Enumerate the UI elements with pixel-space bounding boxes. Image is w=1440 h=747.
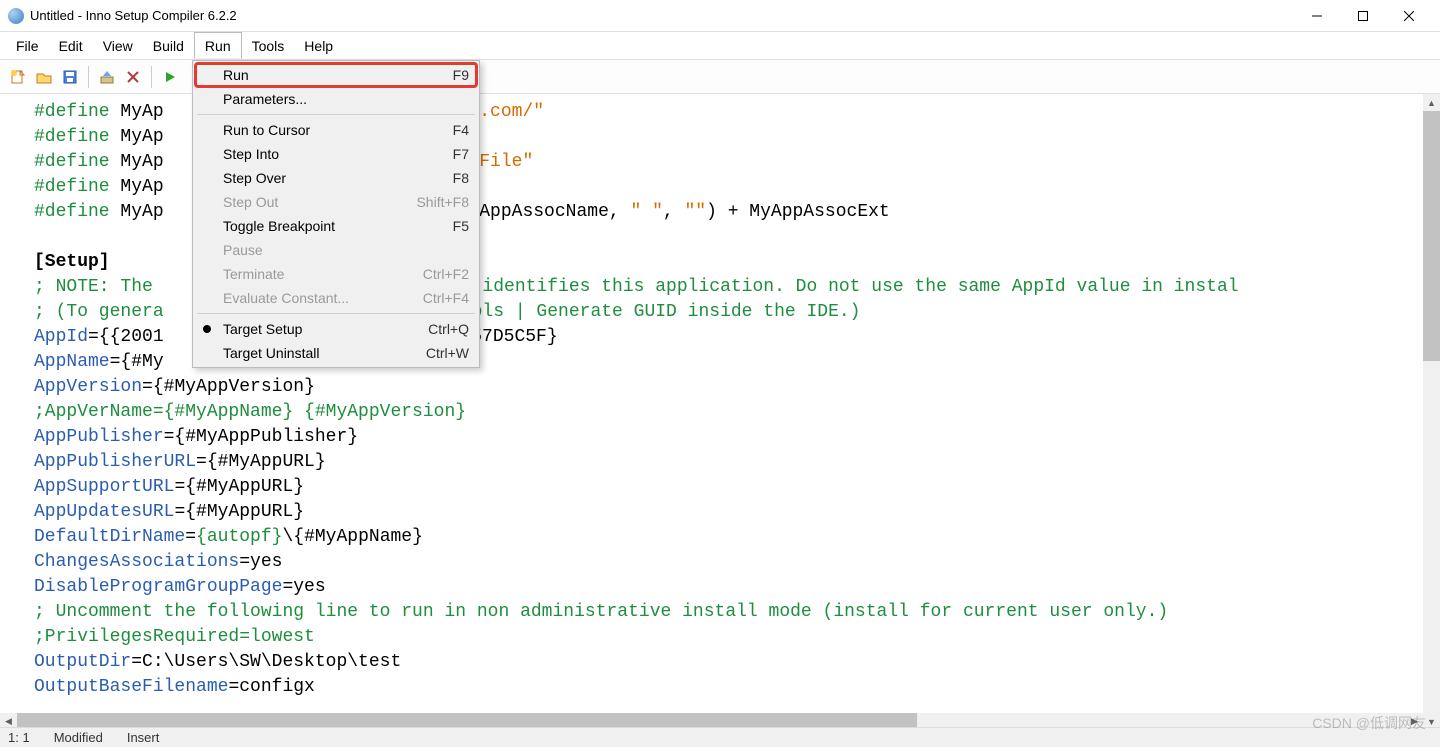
compile-icon[interactable]	[95, 65, 119, 89]
menu-item-step-out: Step Out Shift+F8	[195, 190, 477, 214]
minimize-button[interactable]	[1294, 0, 1340, 32]
menu-item-label: Run	[223, 67, 249, 83]
menu-item-label: Toggle Breakpoint	[223, 218, 335, 234]
menu-item-label: Step Out	[223, 194, 278, 210]
menu-item-parameters[interactable]: Parameters...	[195, 87, 477, 111]
menu-file[interactable]: File	[6, 32, 49, 59]
stop-icon[interactable]	[121, 65, 145, 89]
menu-item-run[interactable]: Run F9	[195, 63, 477, 87]
menu-item-label: Step Into	[223, 146, 279, 162]
open-icon[interactable]	[32, 65, 56, 89]
menu-item-label: Run to Cursor	[223, 122, 310, 138]
menu-item-shortcut: Ctrl+F4	[423, 290, 469, 306]
radio-selected-icon	[203, 325, 211, 333]
menu-help[interactable]: Help	[294, 32, 343, 59]
statusbar: 1: 1 Modified Insert	[0, 727, 1440, 747]
close-button[interactable]	[1386, 0, 1432, 32]
status-modified: Modified	[54, 730, 103, 745]
menu-item-shortcut: Ctrl+Q	[428, 321, 469, 337]
status-insert: Insert	[127, 730, 160, 745]
menu-item-run-to-cursor[interactable]: Run to Cursor F4	[195, 118, 477, 142]
save-icon[interactable]	[58, 65, 82, 89]
menu-item-label: Terminate	[223, 266, 284, 282]
menu-item-label: Evaluate Constant...	[223, 290, 349, 306]
menu-item-label: Pause	[223, 242, 263, 258]
menu-edit[interactable]: Edit	[49, 32, 93, 59]
run-menu-dropdown: Run F9 Parameters... Run to Cursor F4 Step…	[192, 60, 480, 368]
menubar: File Edit View Build Run Tools Help	[0, 32, 1440, 60]
menu-view[interactable]: View	[93, 32, 143, 59]
menu-item-shortcut: Ctrl+F2	[423, 266, 469, 282]
vertical-scrollbar[interactable]: ▲ ▼	[1423, 94, 1440, 730]
run-icon[interactable]	[158, 65, 182, 89]
menu-item-pause: Pause	[195, 238, 477, 262]
menu-item-toggle-breakpoint[interactable]: Toggle Breakpoint F5	[195, 214, 477, 238]
menu-item-label: Target Setup	[223, 321, 302, 337]
menu-item-shortcut: F7	[453, 146, 469, 162]
menu-item-shortcut: F9	[453, 67, 469, 83]
app-icon	[8, 8, 24, 24]
menu-item-label: Step Over	[223, 170, 286, 186]
menu-item-target-uninstall[interactable]: Target Uninstall Ctrl+W	[195, 341, 477, 365]
menu-separator	[197, 114, 475, 115]
menu-item-step-over[interactable]: Step Over F8	[195, 166, 477, 190]
menu-item-shortcut: Ctrl+W	[426, 345, 469, 361]
menu-item-terminate: Terminate Ctrl+F2	[195, 262, 477, 286]
window-controls	[1294, 0, 1432, 32]
menu-item-label: Target Uninstall	[223, 345, 320, 361]
menu-item-step-into[interactable]: Step Into F7	[195, 142, 477, 166]
scroll-up-icon[interactable]: ▲	[1423, 94, 1440, 111]
status-position: 1: 1	[8, 730, 30, 745]
maximize-button[interactable]	[1340, 0, 1386, 32]
menu-item-target-setup[interactable]: Target Setup Ctrl+Q	[195, 317, 477, 341]
new-icon[interactable]	[6, 65, 30, 89]
menu-run[interactable]: Run	[194, 32, 242, 59]
menu-item-shortcut: Shift+F8	[416, 194, 469, 210]
menu-build[interactable]: Build	[143, 32, 194, 59]
menu-item-shortcut: F8	[453, 170, 469, 186]
menu-item-shortcut: F5	[453, 218, 469, 234]
menu-item-evaluate-constant: Evaluate Constant... Ctrl+F4	[195, 286, 477, 310]
menu-tools[interactable]: Tools	[242, 32, 295, 59]
window-title: Untitled - Inno Setup Compiler 6.2.2	[30, 8, 237, 23]
menu-item-label: Parameters...	[223, 91, 307, 107]
titlebar: Untitled - Inno Setup Compiler 6.2.2	[0, 0, 1440, 32]
menu-separator	[197, 313, 475, 314]
watermark: CSDN @低调网友	[1312, 713, 1426, 733]
menu-item-shortcut: F4	[453, 122, 469, 138]
scroll-thumb-v[interactable]	[1423, 111, 1440, 361]
